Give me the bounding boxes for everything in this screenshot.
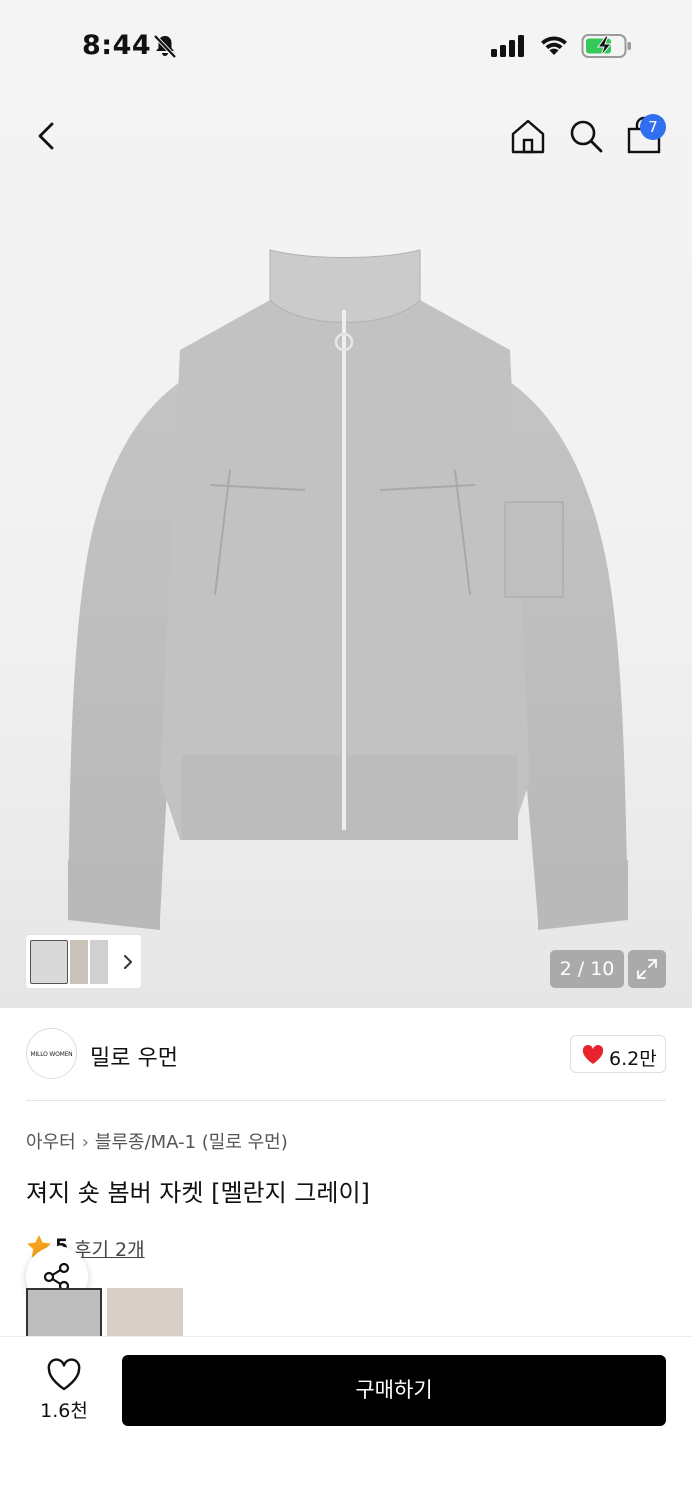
reviews-link[interactable]: 후기 2개 <box>74 1235 145 1262</box>
cart-count-badge: 7 <box>640 114 666 140</box>
product-photo-jacket[interactable] <box>60 240 632 940</box>
home-icon[interactable] <box>508 116 548 156</box>
expand-icon <box>637 959 657 979</box>
thumbnail-image[interactable] <box>30 940 68 984</box>
breadcrumb-subcategory[interactable]: 블루종/MA-1 (밀로 우먼) <box>95 1132 288 1153</box>
heart-filled-icon <box>582 1045 604 1064</box>
thumbnail-image[interactable] <box>70 940 88 984</box>
status-time: 8:44 <box>82 30 152 61</box>
image-counter: 2 / 10 <box>550 950 624 988</box>
heart-outline-icon[interactable] <box>46 1358 82 1392</box>
expand-button[interactable] <box>628 950 666 988</box>
breadcrumb-category[interactable]: 아우터 <box>26 1132 76 1153</box>
battery-charging-icon <box>581 34 631 58</box>
brand-name[interactable]: 밀로 우먼 <box>90 1040 178 1072</box>
search-icon[interactable] <box>566 116 606 156</box>
brand-row[interactable]: MILLO WOMEN 밀로 우먼 6.2만 <box>0 1008 692 1100</box>
brand-like-count: 6.2만 <box>609 1048 657 1070</box>
review-photo-thumbnail[interactable] <box>26 1288 102 1336</box>
status-bar: 8:44 <box>0 0 692 95</box>
brand-like-button[interactable]: 6.2만 <box>570 1035 666 1073</box>
thumbnail-strip[interactable] <box>25 934 142 989</box>
chevron-right-icon: › <box>81 1132 89 1153</box>
buy-button[interactable]: 구매하기 <box>122 1355 666 1426</box>
divider <box>26 1100 666 1101</box>
signal-icon <box>491 35 524 57</box>
bell-muted-icon <box>153 34 177 59</box>
review-photo-thumbnail[interactable] <box>107 1288 183 1336</box>
chevron-right-icon[interactable] <box>120 951 136 973</box>
wifi-icon <box>541 36 567 55</box>
breadcrumb: 아우터 › 블루종/MA-1 (밀로 우먼) <box>26 1128 288 1154</box>
product-title: 져지 숏 봄버 자켓 [멜란지 그레이] <box>26 1179 370 1207</box>
wishlist-count: 1.6천 <box>40 1400 88 1422</box>
back-icon[interactable] <box>28 116 68 156</box>
thumbnail-image[interactable] <box>90 940 108 984</box>
product-image-gallery[interactable]: 8:44 7 2 / 10 <box>0 0 692 1008</box>
brand-logo[interactable]: MILLO WOMEN <box>26 1028 77 1079</box>
